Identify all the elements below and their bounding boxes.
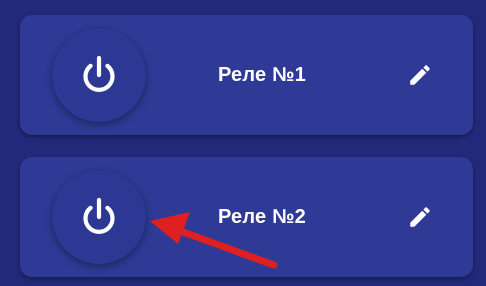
relay-1-label: Реле №1 bbox=[218, 64, 306, 86]
relay-2-label: Реле №2 bbox=[218, 206, 306, 228]
relay-1-edit-button[interactable] bbox=[405, 60, 435, 90]
relay-card-1: Реле №1 bbox=[20, 15, 473, 135]
relay-2-edit-button[interactable] bbox=[405, 202, 435, 232]
power-icon bbox=[83, 197, 115, 234]
relay-card-2: Реле №2 bbox=[20, 157, 473, 277]
relay-1-power-button[interactable] bbox=[52, 28, 146, 122]
pencil-icon bbox=[410, 207, 430, 227]
pencil-icon bbox=[410, 65, 430, 85]
power-icon bbox=[83, 55, 115, 92]
relay-2-power-button[interactable] bbox=[52, 170, 146, 264]
